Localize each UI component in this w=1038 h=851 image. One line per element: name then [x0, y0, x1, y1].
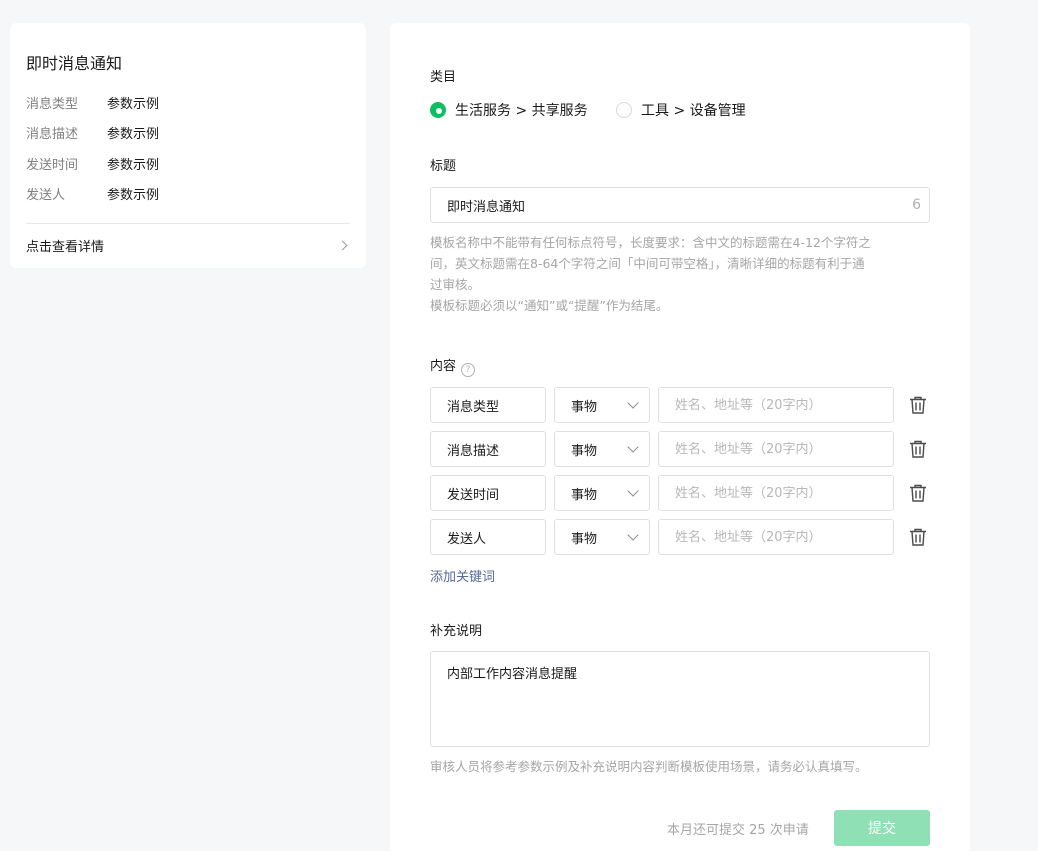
- radio-checked-icon: [430, 102, 446, 118]
- content-label: 内容: [430, 359, 457, 374]
- chevron-down-icon: [627, 440, 639, 453]
- keyword-example-input[interactable]: [675, 397, 877, 413]
- keyword-name-input[interactable]: [447, 397, 529, 413]
- keyword-example-input[interactable]: [675, 485, 877, 501]
- title-char-count: 6: [912, 197, 921, 213]
- keyword-type-value: 事物: [571, 531, 598, 547]
- category-option-life-service[interactable]: 生活服务 > 共享服务: [430, 100, 588, 120]
- keyword-type-value: 事物: [571, 487, 598, 503]
- trash-icon[interactable]: [908, 527, 928, 547]
- category-option-tools[interactable]: 工具 > 设备管理: [616, 100, 746, 120]
- preview-row-value: 参数示例: [107, 97, 160, 112]
- chevron-right-icon: [337, 240, 348, 250]
- category-label: 类目: [430, 70, 457, 85]
- keyword-name-input[interactable]: [447, 441, 529, 457]
- keyword-type-value: 事物: [571, 399, 598, 415]
- view-details-label: 点击查看详情: [26, 239, 105, 255]
- template-form-card: 类目 生活服务 > 共享服务 工具 > 设备管理 标题 6 模板名称中不能带有任…: [390, 23, 970, 851]
- view-details-link[interactable]: 点击查看详情: [26, 235, 350, 255]
- keyword-name-field[interactable]: [430, 387, 546, 423]
- trash-icon[interactable]: [908, 483, 928, 503]
- keyword-type-select[interactable]: 事物: [554, 519, 650, 555]
- category-option-label: 工具 > 设备管理: [641, 103, 746, 119]
- question-circle-icon[interactable]: ?: [461, 363, 476, 377]
- preview-row-value: 参数示例: [107, 127, 160, 142]
- keyword-type-select[interactable]: 事物: [554, 431, 650, 467]
- keyword-type-select[interactable]: 事物: [554, 475, 650, 511]
- keyword-example-input[interactable]: [675, 441, 877, 457]
- title-label: 标题: [430, 159, 457, 174]
- title-hint-line: 模板标题必须以“通知”或“提醒”作为结尾。: [430, 298, 669, 313]
- keyword-name-input[interactable]: [447, 485, 529, 501]
- preview-row: 发送人 参数示例: [26, 184, 159, 203]
- keyword-example-field[interactable]: [658, 519, 894, 555]
- chevron-down-icon: [627, 396, 639, 409]
- trash-icon[interactable]: [908, 439, 928, 459]
- preview-row-key: 消息类型: [26, 97, 79, 112]
- keyword-example-field[interactable]: [658, 431, 894, 467]
- keyword-name-field[interactable]: [430, 519, 546, 555]
- preview-row-value: 参数示例: [107, 158, 160, 173]
- submit-button[interactable]: 提交: [834, 810, 930, 846]
- preview-row-key: 发送时间: [26, 158, 79, 173]
- content-label-group: 内容?: [430, 355, 476, 377]
- keyword-name-input[interactable]: [447, 529, 529, 545]
- keyword-name-field[interactable]: [430, 475, 546, 511]
- keyword-type-value: 事物: [571, 443, 598, 459]
- keyword-type-select[interactable]: 事物: [554, 387, 650, 423]
- title-input[interactable]: [447, 197, 913, 213]
- keyword-example-field[interactable]: [658, 387, 894, 423]
- preview-row-value: 参数示例: [107, 188, 160, 203]
- preview-row: 消息类型 参数示例: [26, 93, 159, 112]
- preview-row: 发送时间 参数示例: [26, 154, 159, 173]
- preview-title: 即时消息通知: [26, 54, 123, 73]
- keyword-example-input[interactable]: [675, 529, 877, 545]
- preview-row-key: 消息描述: [26, 127, 79, 142]
- chevron-down-icon: [627, 528, 639, 541]
- submission-quota: 本月还可提交 25 次申请: [667, 823, 809, 838]
- radio-unchecked-icon: [616, 102, 632, 118]
- title-hint-line: 模板名称中不能带有任何标点符号，长度要求：含中文的标题需在4-12个字符之: [430, 235, 871, 250]
- trash-icon[interactable]: [908, 395, 928, 415]
- title-hint: 模板名称中不能带有任何标点符号，长度要求：含中文的标题需在4-12个字符之 间，…: [430, 232, 940, 316]
- supplement-label: 补充说明: [430, 624, 483, 639]
- preview-row-key: 发送人: [26, 188, 66, 203]
- category-option-label: 生活服务 > 共享服务: [455, 103, 588, 119]
- title-hint-line: 过审核。: [430, 277, 481, 292]
- preview-row: 消息描述 参数示例: [26, 123, 159, 142]
- chevron-down-icon: [627, 484, 639, 497]
- supplement-field[interactable]: 内部工作内容消息提醒: [430, 651, 930, 747]
- preview-divider: [26, 223, 350, 224]
- supplement-hint: 审核人员将参考参数示例及补充说明内容判断模板使用场景，请务必认真填写。: [430, 759, 868, 774]
- template-preview-card: 即时消息通知 消息类型 参数示例 消息描述 参数示例 发送时间 参数示例 发送人…: [10, 23, 366, 268]
- keyword-example-field[interactable]: [658, 475, 894, 511]
- supplement-textarea[interactable]: 内部工作内容消息提醒: [447, 663, 913, 735]
- title-field[interactable]: 6: [430, 187, 930, 223]
- keyword-name-field[interactable]: [430, 431, 546, 467]
- title-hint-line: 间，英文标题需在8-64个字符之间「中间可带空格」，清晰详细的标题有利于通: [430, 256, 865, 271]
- add-keyword-link[interactable]: 添加关键词: [430, 566, 495, 585]
